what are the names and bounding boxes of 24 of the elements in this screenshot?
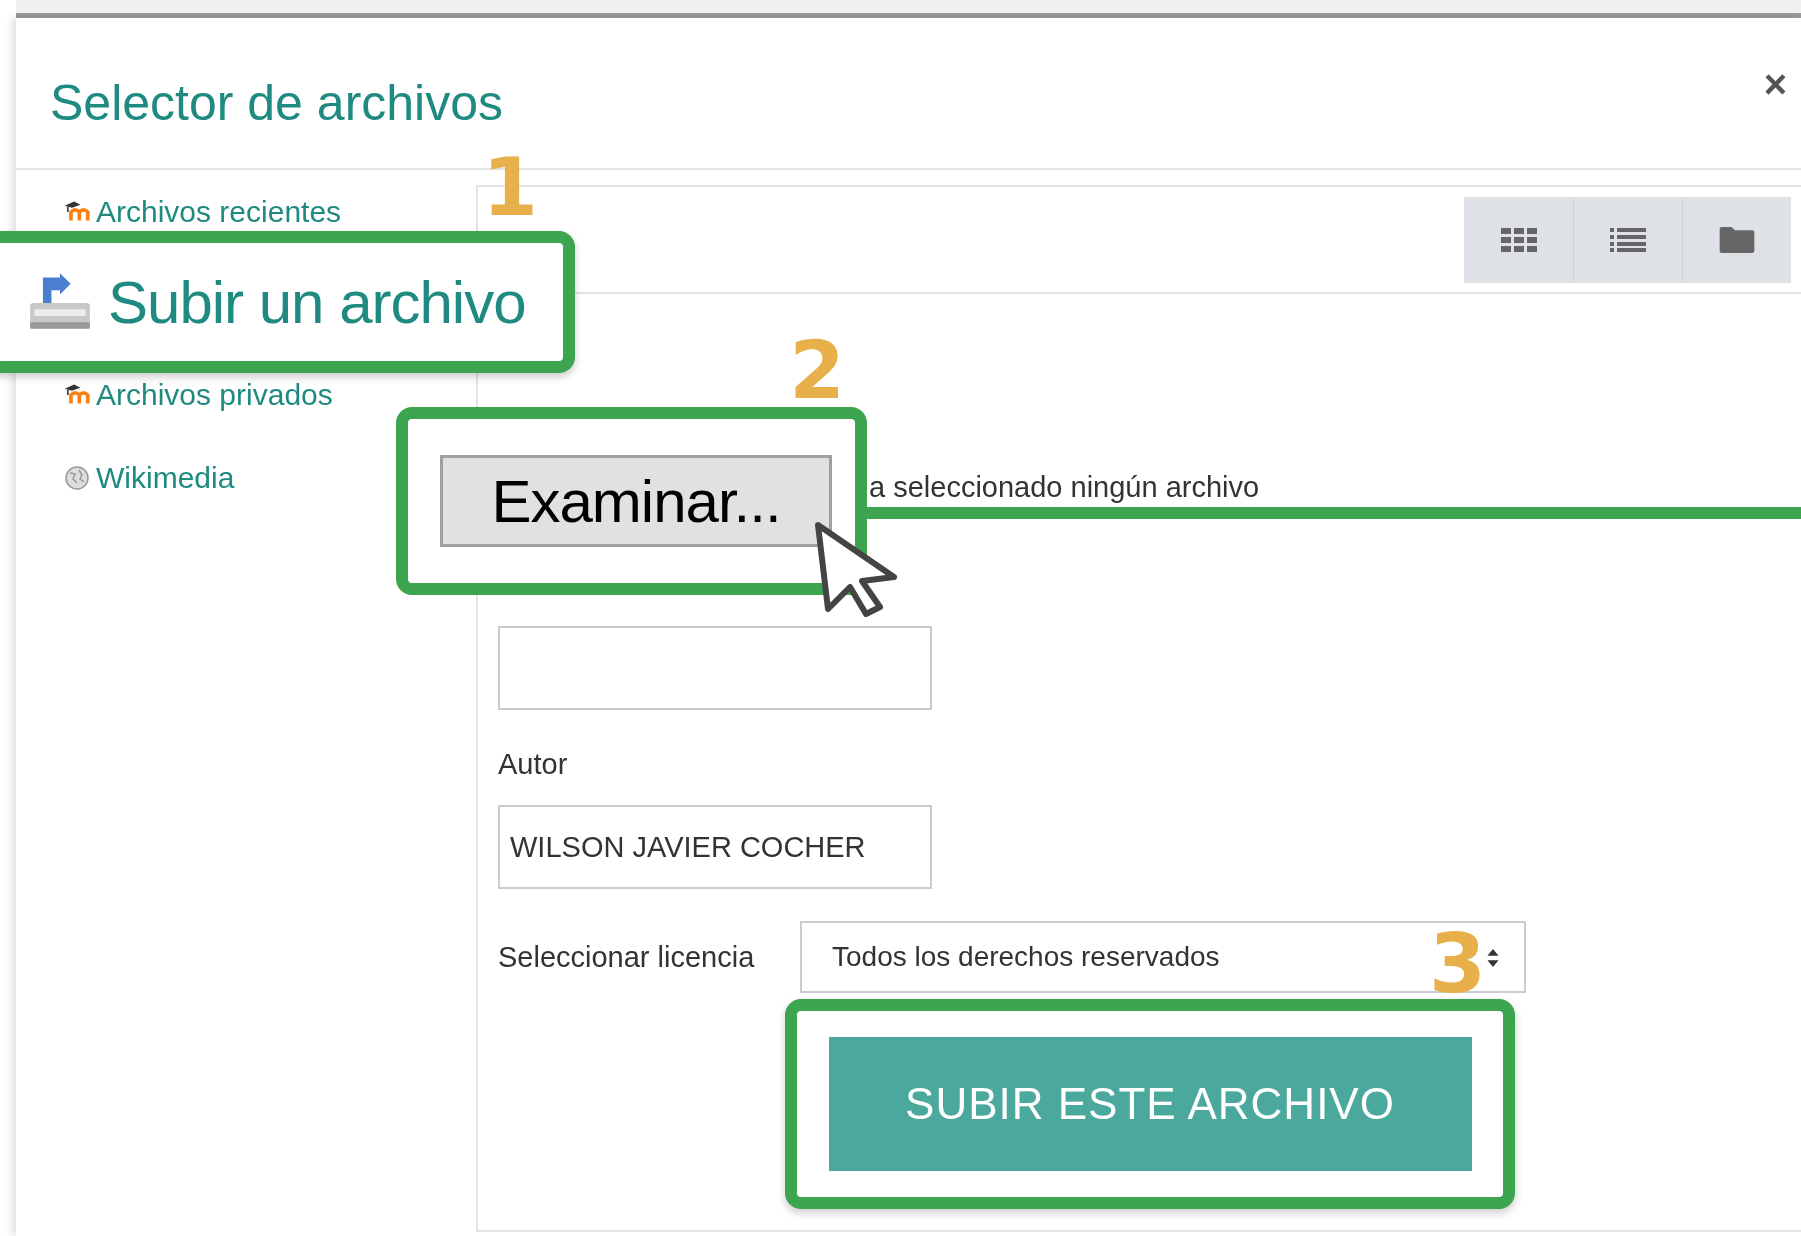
sidebar-item[interactable]: Wikimedia [96,460,235,495]
sidebar-item[interactable]: Archivos recientes [96,194,342,229]
browse-button[interactable]: Examinar... [440,455,832,547]
globe-icon [64,464,90,491]
sidebar-item[interactable]: Subir un archivo [108,267,526,337]
sidebar-item[interactable]: Archivos privados [96,377,333,412]
license-select[interactable]: Todos los derechos reservados 3 [800,921,1526,993]
grid-icon [1500,227,1537,253]
moodle-icon [64,384,90,405]
select-arrows-icon [1486,948,1500,968]
author-label: Autor [498,748,569,781]
upload-icon [28,273,92,331]
upload-button[interactable]: SUBIR ESTE ARCHIVO [828,1037,1472,1171]
license-label: Seleccionar licencia [498,940,756,974]
step-number: 1 [482,148,538,228]
folder-icon [1719,227,1755,253]
author-input-field[interactable]: WILSON JAVIER COCHER [498,805,932,889]
name-input-field[interactable] [498,626,932,710]
step-number: 2 [789,331,845,411]
list-icon [1610,227,1646,253]
file-status-text: a seleccionado ningún archivo [869,470,1260,504]
dialog-title: Selector de archivos [50,74,503,132]
close-button[interactable]: × [1763,64,1787,104]
moodle-icon [64,201,90,222]
